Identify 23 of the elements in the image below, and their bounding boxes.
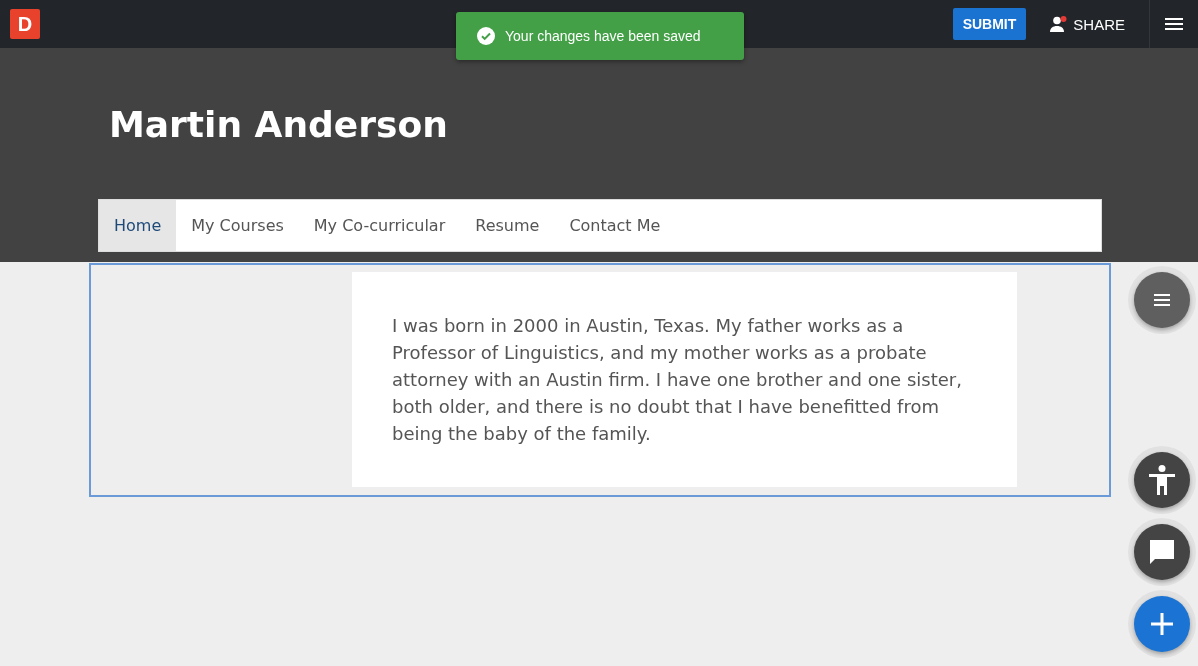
nav-tab[interactable]: My Courses — [176, 200, 299, 251]
submit-button[interactable]: SUBMIT — [952, 8, 1027, 40]
share-button[interactable]: SHARE — [1050, 15, 1125, 33]
page-title: Martin Anderson — [109, 104, 449, 147]
nav-tab[interactable]: My Co-curricular — [298, 200, 461, 251]
person-icon — [1050, 16, 1069, 32]
nav-tab[interactable]: Contact Me — [554, 200, 676, 251]
add-icon — [1151, 613, 1173, 635]
menu-icon — [1165, 17, 1183, 31]
accessibility-button[interactable] — [1134, 452, 1190, 508]
add-button[interactable] — [1134, 596, 1190, 652]
chat-button[interactable] — [1134, 524, 1190, 580]
content-block[interactable] — [89, 263, 1111, 497]
toast-message: Your changes have been saved — [505, 28, 701, 44]
nav-tab[interactable]: Home — [99, 200, 177, 251]
nav-tab[interactable]: Resume — [460, 200, 555, 251]
chat-icon — [1147, 537, 1177, 567]
menu-button[interactable] — [1134, 272, 1190, 328]
logo[interactable]: D — [10, 9, 40, 39]
accessibility-icon — [1149, 465, 1175, 495]
menu-icon — [1154, 294, 1170, 306]
paragraph: I was born in 2000 in Austin, Texas. My father works as a Professor of Linguistics, and my mother works as a probate attorney with an Austin firm. I have one brother and one sister, both older, and there is no doubt that I have benefitted from being the baby of the family. — [392, 314, 963, 446]
check-icon — [477, 27, 495, 45]
